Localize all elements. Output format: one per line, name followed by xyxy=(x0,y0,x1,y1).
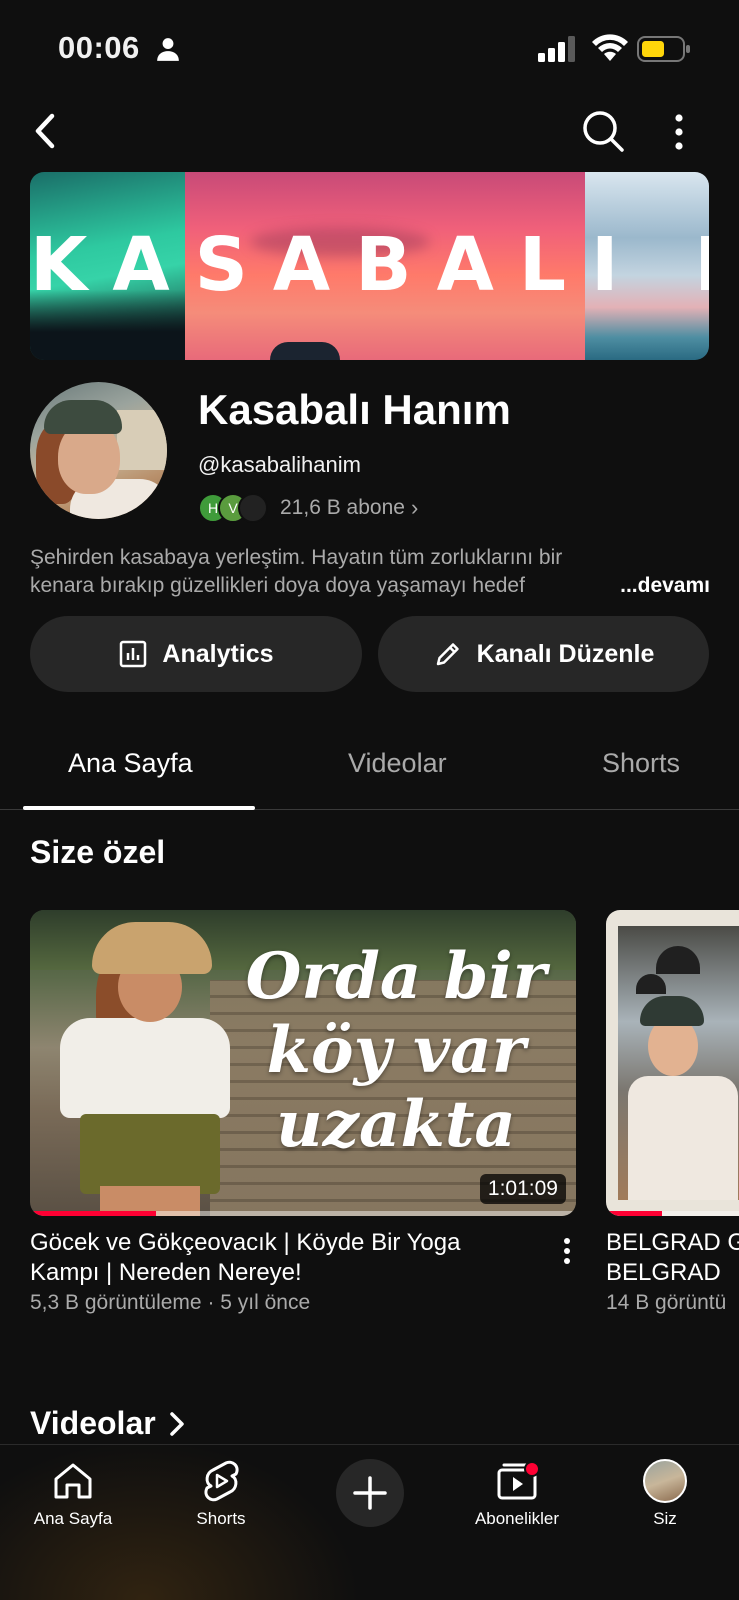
channel-tabs: Ana Sayfa Videolar Shorts xyxy=(0,730,739,810)
create-button[interactable] xyxy=(336,1459,404,1527)
tab-home[interactable]: Ana Sayfa xyxy=(68,748,193,779)
home-icon xyxy=(54,1463,92,1499)
video-duration: 1:01:09 xyxy=(479,1174,566,1204)
chevron-right-icon xyxy=(169,1411,184,1436)
nav-home[interactable]: Ana Sayfa xyxy=(8,1459,138,1529)
tab-selected-indicator xyxy=(23,806,255,810)
plus-icon xyxy=(353,1476,387,1510)
analytics-button[interactable]: Analytics xyxy=(30,616,362,692)
wifi-icon xyxy=(592,34,628,61)
watch-progress-fill xyxy=(606,1211,662,1216)
thumbnail-text: Orda bir köy var uzakta xyxy=(245,939,547,1162)
cellular-signal-icon xyxy=(538,36,575,62)
video-title-line: BELGRAD G xyxy=(606,1229,739,1256)
search-icon[interactable] xyxy=(580,108,626,154)
watch-progress xyxy=(606,1211,739,1216)
more-options-icon[interactable] xyxy=(670,112,688,152)
person-icon xyxy=(157,38,179,61)
nav-label: Shorts xyxy=(196,1509,246,1528)
video-title-line: BELGRAD xyxy=(606,1259,721,1286)
video-meta: 14 B görüntü xyxy=(606,1291,727,1314)
nav-label: Abonelikler xyxy=(474,1509,560,1528)
section-title-for-you: Size özel xyxy=(30,834,166,870)
channel-name: Kasabalı Hanım xyxy=(198,386,511,433)
channel-handle: @kasabalihanim xyxy=(198,452,361,477)
notification-dot xyxy=(524,1461,540,1477)
pencil-icon xyxy=(436,643,459,666)
nav-label: Siz xyxy=(653,1509,677,1528)
nav-label: Ana Sayfa xyxy=(33,1509,113,1528)
status-time: 00:06 xyxy=(58,30,140,65)
description-line: Şehirden kasabaya yerleştim. Hayatın tüm… xyxy=(30,546,563,569)
subscriber-count-link[interactable]: H V 21,6 B abone › xyxy=(198,492,418,524)
video-title[interactable]: Göcek ve Gökçeovacık | Köyde Bir Yoga Ka… xyxy=(30,1228,530,1288)
chevron-right-icon: › xyxy=(410,495,419,520)
analytics-label: Analytics xyxy=(162,639,274,668)
edit-channel-button[interactable]: Kanalı Düzenle xyxy=(378,616,709,692)
watch-progress-fill xyxy=(30,1211,156,1216)
bottom-navigation: Ana Sayfa Shorts Abonelikler Siz xyxy=(0,1440,739,1600)
video-meta: 5,3 B görüntüleme · 5 yıl önce xyxy=(30,1291,311,1314)
back-button[interactable] xyxy=(28,108,62,154)
subscriber-avatar xyxy=(238,493,268,523)
video-thumbnail[interactable] xyxy=(606,910,739,1216)
channel-description[interactable]: Şehirden kasabaya yerleştim. Hayatın tüm… xyxy=(30,544,710,600)
channel-avatar[interactable] xyxy=(30,382,167,519)
avatar xyxy=(643,1459,687,1503)
video-more-options-icon[interactable] xyxy=(560,1236,574,1266)
section-title-videos[interactable]: Videolar xyxy=(30,1405,186,1442)
video-title[interactable]: BELGRAD G BELGRAD xyxy=(606,1228,739,1288)
edit-channel-label: Kanalı Düzenle xyxy=(476,639,655,668)
analytics-icon xyxy=(120,640,147,668)
video-thumbnail[interactable]: Orda bir köy var uzakta 1:01:09 xyxy=(30,910,576,1216)
channel-banner: KASABALI HANIM xyxy=(30,172,709,360)
nav-subscriptions[interactable]: Abonelikler xyxy=(452,1459,582,1529)
battery-icon xyxy=(637,36,690,62)
subscriber-count: 21,6 B abone xyxy=(280,496,405,519)
banner-title: KASABALI HANIM xyxy=(30,222,709,308)
shorts-icon xyxy=(204,1460,239,1502)
description-more-link[interactable]: ...devamı xyxy=(580,572,710,600)
tab-shorts[interactable]: Shorts xyxy=(602,748,680,779)
watch-progress xyxy=(30,1211,576,1216)
tab-videos[interactable]: Videolar xyxy=(348,748,447,779)
description-line: kenara bırakıp güzellikleri doya doya ya… xyxy=(30,574,525,597)
section-title-label: Videolar xyxy=(30,1405,156,1441)
nav-you[interactable]: Siz xyxy=(600,1459,730,1529)
nav-shorts[interactable]: Shorts xyxy=(156,1459,286,1529)
